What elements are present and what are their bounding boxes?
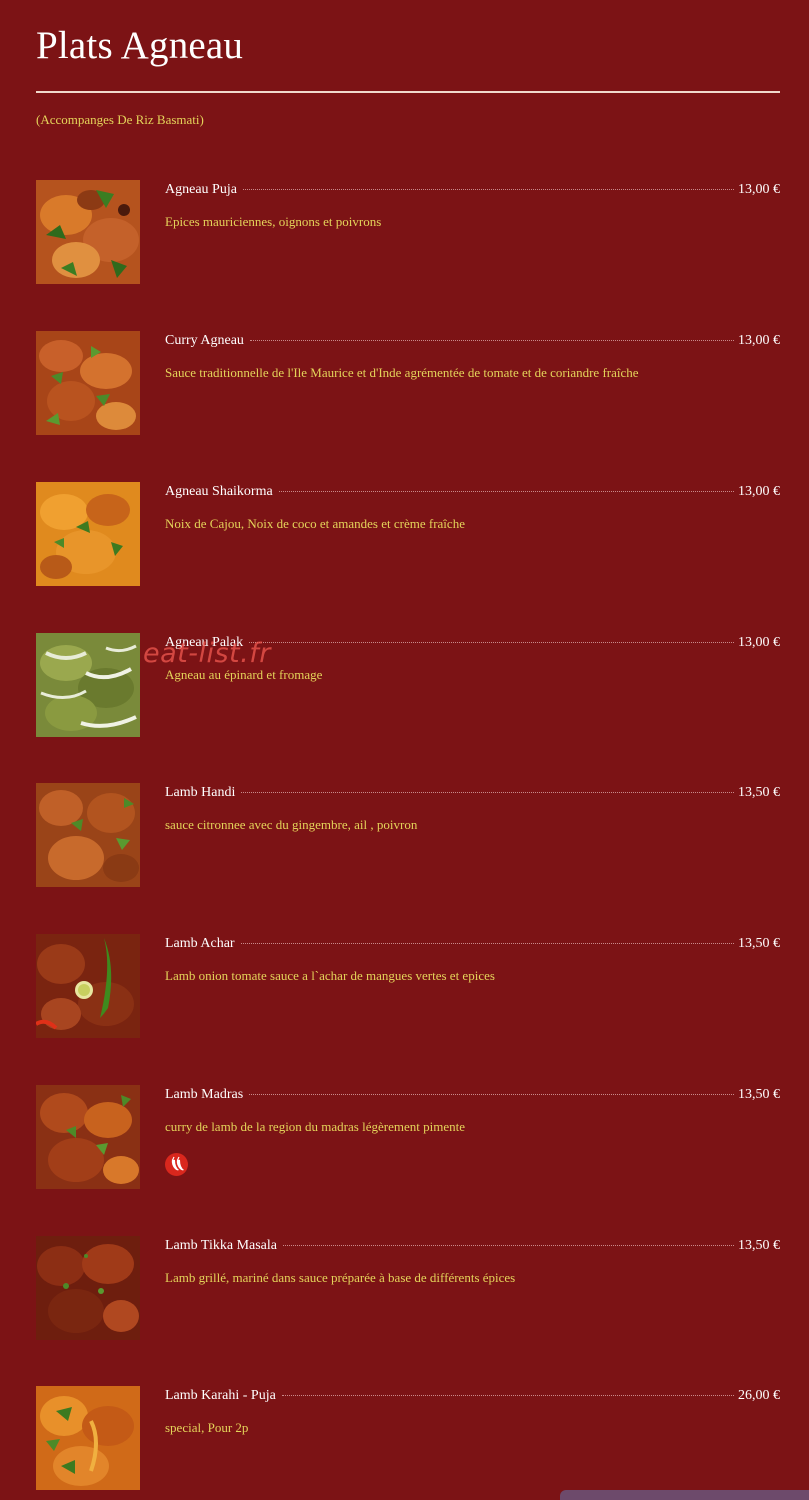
item-name: Agneau Shaikorma [165, 484, 273, 499]
item-price: 13,50 € [738, 1238, 780, 1253]
price-leader [281, 1395, 734, 1396]
price-leader [283, 1245, 734, 1246]
menu-item-agneau-shaikorma[interactable]: Agneau Shaikorma 13,00 € Noix de Cajou, … [36, 482, 780, 588]
menu-item-lamb-karahi-puja[interactable]: Lamb Karahi - Puja 26,00 € special, Pour… [36, 1386, 780, 1492]
menu-item-lamb-tikka-masala[interactable]: Lamb Tikka Masala 13,50 € Lamb grillé, m… [36, 1236, 780, 1342]
bottom-tab[interactable] [560, 1490, 809, 1500]
dish-photo[interactable] [36, 180, 140, 284]
dish-photo[interactable] [36, 1236, 140, 1340]
item-price: 13,50 € [738, 936, 780, 951]
item-description: special, Pour 2p [165, 1420, 249, 1435]
price-leader [249, 642, 734, 643]
price-leader [249, 340, 734, 341]
page-subtitle: (Accompanges De Riz Basmati) [36, 112, 204, 127]
dish-photo[interactable] [36, 1085, 140, 1189]
price-leader [278, 491, 734, 492]
menu-item-lamb-achar[interactable]: Lamb Achar 13,50 € Lamb onion tomate sau… [36, 934, 780, 1040]
item-name: Lamb Karahi - Puja [165, 1388, 276, 1403]
chili-pepper-icon [165, 1153, 188, 1176]
price-leader [240, 943, 734, 944]
item-name: Agneau Puja [165, 182, 237, 197]
item-price: 26,00 € [738, 1388, 780, 1403]
menu-page: Plats Agneau (Accompanges De Riz Basmati… [0, 0, 809, 1500]
item-description: sauce citronnee avec du gingembre, ail ,… [165, 817, 418, 832]
price-leader [242, 189, 734, 190]
dish-photo[interactable] [36, 783, 140, 887]
item-description: Epices mauriciennes, oignons et poivrons [165, 214, 382, 229]
item-name: Curry Agneau [165, 333, 244, 348]
item-price: 13,00 € [738, 484, 780, 499]
dish-photo[interactable] [36, 482, 140, 586]
item-description: Agneau au épinard et fromage [165, 667, 323, 682]
price-leader [249, 1094, 734, 1095]
item-price: 13,00 € [738, 635, 780, 650]
dish-photo[interactable] [36, 934, 140, 1038]
item-name: Lamb Handi [165, 785, 236, 800]
item-description: Lamb grillé, mariné dans sauce préparée … [165, 1270, 516, 1285]
price-leader [241, 792, 734, 793]
menu-item-agneau-puja[interactable]: Agneau Puja 13,00 € Epices mauriciennes,… [36, 180, 780, 286]
menu-item-lamb-handi[interactable]: Lamb Handi 13,50 € sauce citronnee avec … [36, 783, 780, 889]
item-price: 13,00 € [738, 182, 780, 197]
item-price: 13,00 € [738, 333, 780, 348]
item-price: 13,50 € [738, 1087, 780, 1102]
item-description: Sauce traditionnelle de l'Ile Maurice et… [165, 365, 639, 380]
dish-photo[interactable] [36, 633, 140, 737]
menu-item-agneau-palak[interactable]: Agneau Palak 13,00 € Agneau au épinard e… [36, 633, 780, 739]
menu-item-curry-agneau[interactable]: Curry Agneau 13,00 € Sauce traditionnell… [36, 331, 780, 437]
item-description: curry de lamb de la region du madras lég… [165, 1119, 465, 1134]
item-description: Noix de Cajou, Noix de coco et amandes e… [165, 516, 465, 531]
dish-photo[interactable] [36, 331, 140, 435]
item-price: 13,50 € [738, 785, 780, 800]
item-description: Lamb onion tomate sauce a l`achar de man… [165, 968, 495, 983]
page-title: Plats Agneau [36, 24, 244, 67]
menu-item-lamb-madras[interactable]: Lamb Madras 13,50 € curry de lamb de la … [36, 1085, 780, 1191]
item-name: Agneau Palak [165, 635, 244, 650]
item-name: Lamb Tikka Masala [165, 1238, 277, 1253]
dish-photo[interactable] [36, 1386, 140, 1490]
title-divider [36, 91, 780, 93]
item-name: Lamb Madras [165, 1087, 244, 1102]
item-name: Lamb Achar [165, 936, 235, 951]
